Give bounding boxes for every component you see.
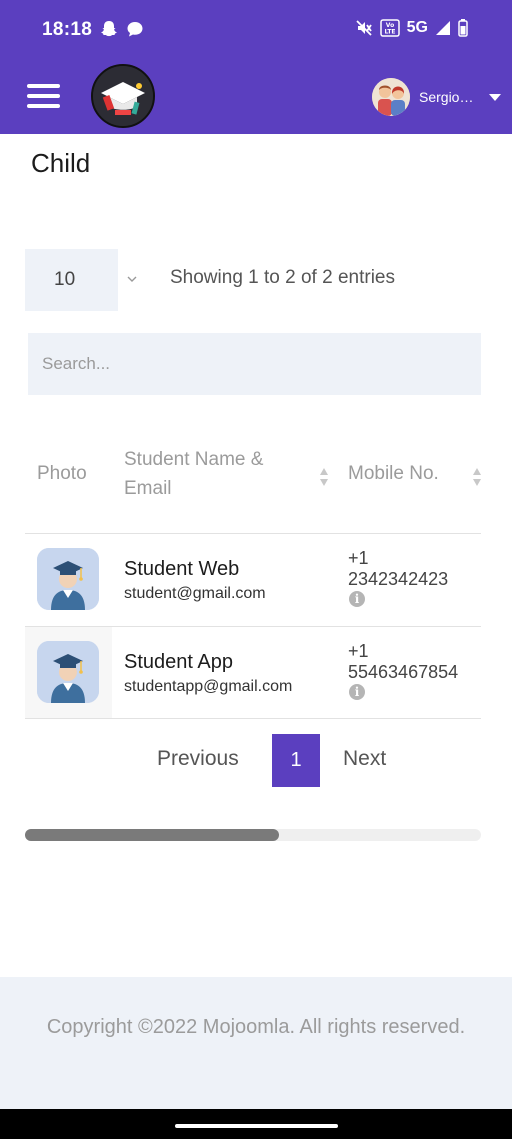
entries-info: Showing 1 to 2 of 2 entries (170, 267, 395, 288)
student-email: student@gmail.com (124, 585, 266, 602)
user-name: Sergio… (419, 89, 474, 105)
page-length-select[interactable]: 10 (25, 249, 137, 311)
hamburger-menu-icon[interactable] (27, 84, 60, 110)
mobile-number: 2342342423 (348, 569, 449, 589)
sort-icon[interactable] (319, 467, 329, 487)
info-icon[interactable]: i (349, 591, 365, 607)
country-code: +1 (348, 641, 369, 661)
student-name: Student Web (124, 558, 240, 580)
caret-down-icon (489, 93, 501, 101)
chat-bubble-icon (127, 22, 143, 37)
battery-icon (458, 19, 468, 37)
pagination: Previous 1 Next (0, 734, 512, 788)
mobile-number: 55463467854 (348, 662, 459, 682)
info-icon[interactable]: i (349, 684, 365, 700)
table-row[interactable]: Student Web student@gmail.com +1 2342342… (25, 533, 481, 625)
user-menu[interactable]: Sergio… (372, 78, 501, 116)
student-photo (37, 641, 99, 703)
header-name-line1[interactable]: Student Name & (124, 449, 263, 471)
header-mobile[interactable]: Mobile No. (348, 463, 439, 485)
footer: Copyright ©2022 Mojoomla. All rights res… (0, 977, 512, 1109)
graduate-avatar-icon (37, 548, 99, 610)
table-row[interactable]: Student App studentapp@gmail.com +1 5546… (25, 626, 481, 719)
previous-page-button[interactable]: Previous (157, 747, 239, 771)
home-indicator[interactable] (175, 1124, 338, 1128)
graduation-cap-logo-icon (93, 66, 153, 126)
table-bottom-border (25, 718, 481, 719)
chevron-down-icon (127, 276, 137, 282)
scrollbar-thumb[interactable] (25, 829, 279, 841)
student-name: Student App (124, 651, 233, 673)
system-nav-bar (0, 1109, 512, 1139)
snapchat-icon (101, 21, 117, 37)
app-header: Sergio… (0, 60, 512, 134)
network-label: 5G (406, 19, 428, 36)
header-photo[interactable]: Photo (37, 463, 87, 485)
next-page-button[interactable]: Next (343, 747, 386, 771)
page-1-button[interactable]: 1 (272, 734, 320, 787)
status-time: 18:18 (42, 19, 93, 40)
family-avatar-icon (372, 78, 410, 116)
students-table: Photo Student Name & Email Mobile No. St… (25, 420, 481, 720)
student-photo (37, 548, 99, 610)
graduate-avatar-icon (37, 641, 99, 703)
search-input[interactable] (28, 333, 481, 395)
mute-icon (356, 20, 372, 36)
copyright-text: Copyright ©2022 Mojoomla. All rights res… (46, 1016, 466, 1038)
sort-icon[interactable] (472, 467, 481, 487)
page-title: Child (31, 148, 91, 178)
table-scrollbar[interactable] (25, 829, 481, 841)
volte-icon: Vo LTE (379, 19, 400, 37)
page-length-value: 10 (54, 269, 76, 290)
student-email: studentapp@gmail.com (124, 678, 293, 695)
status-bar: 18:18 Vo LTE 5G (0, 0, 512, 60)
country-code: +1 (348, 548, 369, 568)
school-logo[interactable] (91, 64, 155, 128)
header-name-line2: Email (124, 478, 172, 499)
avatar (372, 78, 410, 116)
svg-text:LTE: LTE (384, 29, 395, 36)
signal-icon (436, 21, 450, 35)
